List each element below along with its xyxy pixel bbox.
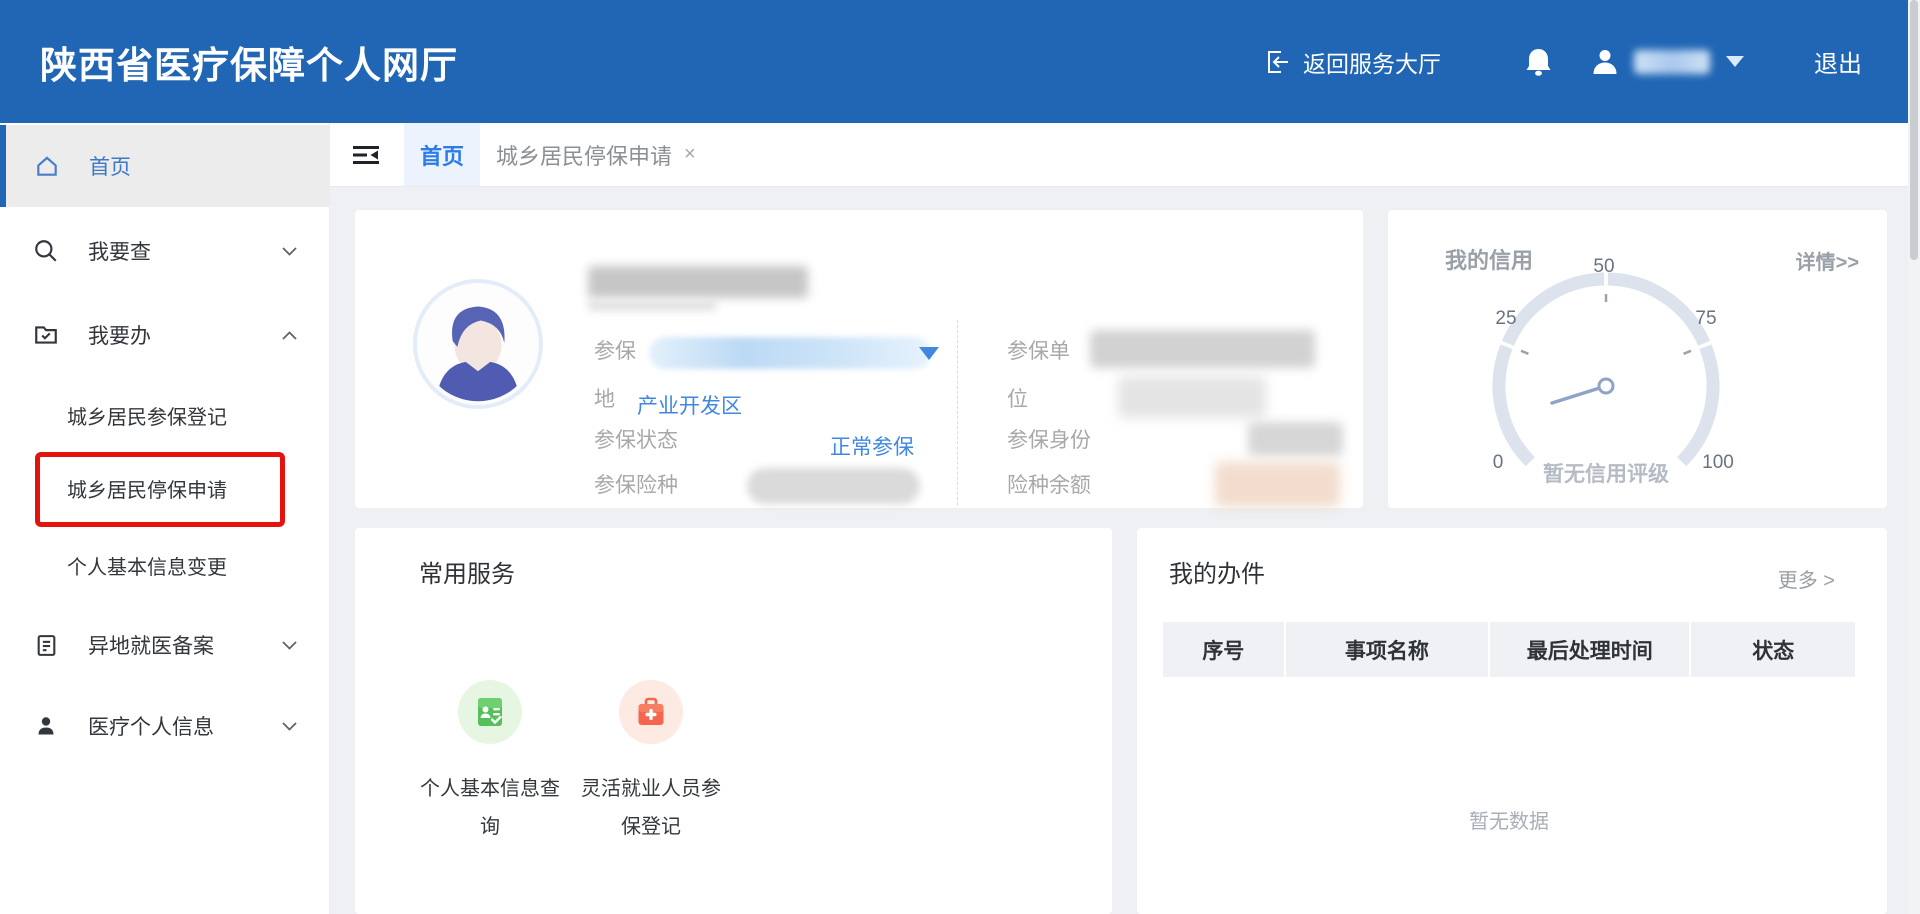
sidebar-item-handle[interactable]: 我要办 (0, 295, 330, 375)
sidebar-item-label: 我要查 (88, 236, 151, 266)
column-header-last-time: 最后处理时间 (1490, 622, 1689, 677)
sidebar-item-label: 首页 (89, 151, 131, 181)
credit-card: 0 25 50 75 100 我的信用 详情>> 暂无信用评级 (1388, 210, 1887, 508)
insured-place-value[interactable]: 产业开发区 (637, 390, 742, 420)
sidebar: 首页 我要查 我要办 (0, 123, 330, 914)
header: 陕西省医疗保障个人网厅 返回服务大厅 (0, 0, 1920, 123)
return-hall-button[interactable]: 返回服务大厅 (1265, 45, 1441, 79)
sidebar-item-remote-medical[interactable]: 异地就医备案 (0, 609, 330, 681)
masked-user-id (588, 300, 716, 311)
person-icon (33, 713, 59, 739)
masked-insured-place (649, 337, 931, 369)
sidebar-item-label: 异地就医备案 (88, 630, 214, 660)
column-header-item-name: 事项名称 (1286, 622, 1488, 677)
sidebar-item-label: 我要办 (88, 320, 151, 350)
sidebar-item-query[interactable]: 我要查 (0, 207, 330, 295)
credit-title: 我的信用 (1445, 243, 1533, 275)
masked-insured-unit-2 (1118, 376, 1266, 418)
tab-close-icon[interactable]: × (684, 143, 696, 166)
services-title: 常用服务 (419, 554, 515, 589)
services-card: 常用服务 个人基本信息查询 (355, 528, 1112, 914)
balance-label: 险种余额 (1007, 472, 1117, 500)
return-icon (1265, 49, 1291, 75)
sidebar-item-label: 医疗个人信息 (88, 711, 214, 741)
masked-insured-identity (1248, 422, 1343, 456)
service-label: 灵活就业人员参保登记 (576, 770, 726, 846)
chevron-down-icon (282, 641, 297, 650)
sidebar-item-home[interactable]: 首页 (0, 125, 330, 207)
chevron-down-icon (282, 247, 297, 256)
masked-insured-unit (1090, 330, 1315, 368)
tab-bar: 首页 城乡居民停保申请 × (330, 123, 1908, 187)
tab-label: 首页 (420, 139, 464, 171)
insured-status-value: 正常参保 (830, 431, 914, 461)
header-actions: 返回服务大厅 退出 (1265, 0, 1862, 123)
profile-avatar (413, 279, 543, 409)
page-scrollbar[interactable] (1908, 0, 1920, 914)
column-header-seq: 序号 (1163, 622, 1284, 677)
tasks-title: 我的办件 (1169, 554, 1265, 589)
scrollbar-thumb[interactable] (1910, 0, 1918, 260)
sidebar-subitem-info-change[interactable]: 个人基本信息变更 (0, 521, 330, 609)
sidebar-subitem-register[interactable]: 城乡居民参保登记 (0, 375, 330, 455)
tab-stop-insurance[interactable]: 城乡居民停保申请 × (480, 123, 712, 186)
document-icon (33, 632, 59, 658)
tasks-more-link[interactable]: 更多 > (1778, 564, 1835, 593)
gauge-pivot (1599, 379, 1613, 393)
logout-button[interactable]: 退出 (1814, 44, 1862, 79)
insured-unit-label: 参保单位 (1007, 328, 1077, 424)
folder-check-icon (33, 322, 59, 348)
card-divider (957, 320, 958, 505)
main-content: 参保地 产业开发区 参保状态 正常参保 参保险种 参保单位 参保身份 险种余额 (330, 187, 1908, 914)
place-dropdown-caret-icon[interactable] (919, 347, 939, 360)
masked-balance (1215, 462, 1340, 507)
service-item-flexible-employment-register[interactable]: 灵活就业人员参保登记 (576, 680, 726, 846)
menu-fold-icon[interactable] (352, 143, 380, 167)
subitem-label: 城乡居民停保申请 (67, 474, 227, 503)
notifications-bell-icon[interactable] (1525, 47, 1552, 77)
username-masked[interactable] (1634, 50, 1710, 74)
tab-label: 城乡居民停保申请 (496, 139, 672, 171)
masked-user-name (588, 266, 808, 298)
subitem-label: 城乡居民参保登记 (67, 401, 227, 430)
user-avatar-icon[interactable] (1590, 47, 1620, 77)
tasks-table-header: 序号 事项名称 最后处理时间 状态 (1163, 622, 1855, 677)
tasks-empty-text: 暂无数据 (1163, 805, 1855, 834)
sidebar-subitem-stop-insurance[interactable]: 城乡居民停保申请 (0, 455, 330, 521)
user-menu-caret-icon[interactable] (1726, 56, 1744, 67)
service-item-personal-info-query[interactable]: 个人基本信息查询 (415, 680, 565, 846)
column-header-status: 状态 (1691, 622, 1855, 677)
gauge-tick-75: 75 (1695, 308, 1716, 329)
return-hall-label: 返回服务大厅 (1303, 45, 1441, 79)
tasks-card: 我的办件 更多 > 序号 事项名称 最后处理时间 状态 暂无数据 (1137, 528, 1887, 914)
id-card-icon (458, 680, 522, 744)
search-icon (33, 238, 59, 264)
profile-card: 参保地 产业开发区 参保状态 正常参保 参保险种 参保单位 参保身份 险种余额 (355, 210, 1363, 508)
app-window: 陕西省医疗保障个人网厅 返回服务大厅 (0, 0, 1920, 914)
credit-detail-link[interactable]: 详情>> (1796, 246, 1859, 275)
service-label: 个人基本信息查询 (415, 770, 565, 846)
insured-status-label: 参保状态 (594, 427, 704, 455)
insurance-type-label: 参保险种 (594, 472, 704, 500)
home-icon (34, 153, 60, 179)
tab-home[interactable]: 首页 (404, 123, 480, 186)
first-aid-kit-icon (619, 680, 683, 744)
subitem-label: 个人基本信息变更 (67, 551, 227, 580)
insured-place-label: 参保地 (594, 328, 640, 424)
chevron-up-icon (282, 331, 297, 340)
insured-identity-label: 参保身份 (1007, 427, 1117, 455)
sidebar-item-medical-personal-info[interactable]: 医疗个人信息 (0, 681, 330, 771)
gauge-tick-25: 25 (1495, 308, 1516, 329)
credit-empty-text: 暂无信用评级 (1388, 458, 1824, 488)
chevron-down-icon (282, 722, 297, 731)
app-title: 陕西省医疗保障个人网厅 (40, 35, 458, 89)
masked-insurance-type (747, 468, 920, 504)
gauge-tick-50: 50 (1593, 256, 1614, 277)
